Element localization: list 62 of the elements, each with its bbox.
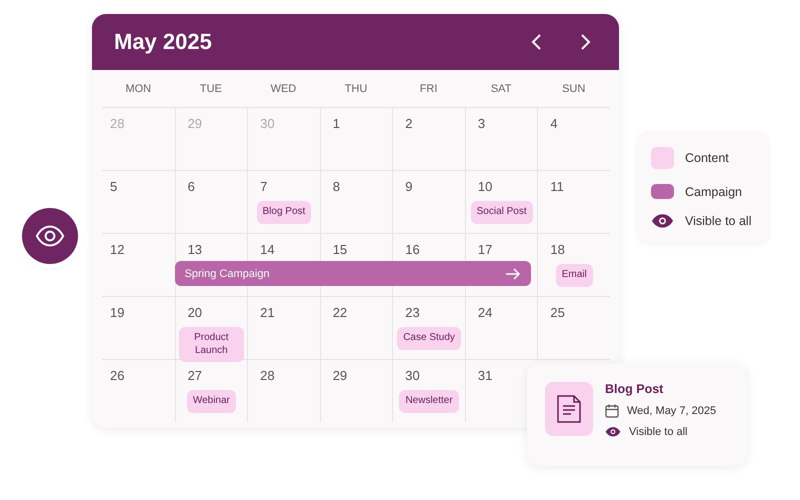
month-title: May 2025 <box>114 29 212 55</box>
day-number: 23 <box>404 305 420 320</box>
day-number: 15 <box>332 242 348 257</box>
day-number: 12 <box>109 242 124 257</box>
day-number: 26 <box>109 368 124 383</box>
day-number: 28 <box>109 116 124 131</box>
legend-label: Content <box>685 151 729 165</box>
day-number: 24 <box>476 305 492 320</box>
content-event-chip[interactable]: Product Launch <box>178 327 244 362</box>
weekday-label: TUE <box>198 82 223 94</box>
day-number: 4 <box>549 116 558 131</box>
weekday-label: MON <box>124 82 152 94</box>
day-number: 1 <box>332 116 340 131</box>
day-number: 20 <box>186 305 202 320</box>
day-number: 5 <box>109 179 118 194</box>
weekday-label: WED <box>270 82 298 94</box>
day-number: 2 <box>404 116 413 131</box>
eye-icon <box>651 214 674 228</box>
day-number: 29 <box>332 368 348 383</box>
legend-label: Campaign <box>685 184 742 198</box>
day-number: 9 <box>404 179 413 194</box>
day-number: 11 <box>549 179 564 194</box>
eye-icon <box>605 427 621 437</box>
day-number: 17 <box>476 242 492 257</box>
day-number: 13 <box>186 242 202 257</box>
day-number: 8 <box>332 179 340 194</box>
weekday-label: THU <box>344 82 368 94</box>
weekday-label: SAT <box>490 82 512 94</box>
day-number: 30 <box>404 368 420 383</box>
content-event-chip[interactable]: Email <box>556 264 593 286</box>
day-number: 31 <box>476 368 492 383</box>
visibility-button[interactable] <box>22 208 78 264</box>
day-number: 18 <box>549 242 565 257</box>
campaign-event-bar[interactable]: Spring Campaign <box>174 261 532 286</box>
day-number: 27 <box>186 368 202 383</box>
day-number: 21 <box>259 305 275 320</box>
content-event-chip[interactable]: Case Study <box>397 327 461 350</box>
day-number: 30 <box>259 116 275 131</box>
day-number: 29 <box>186 116 202 131</box>
day-number: 25 <box>549 305 565 320</box>
day-number: 7 <box>259 179 268 194</box>
event-date: Wed, May 7, 2025 <box>627 405 716 417</box>
day-number: 16 <box>404 242 420 257</box>
day-number: 6 <box>186 179 195 194</box>
event-title: Blog Post <box>605 382 664 396</box>
day-number: 10 <box>476 179 492 194</box>
content-event-chip[interactable]: Webinar <box>186 390 236 412</box>
day-number: 3 <box>476 116 486 131</box>
weekday-label: SUN <box>561 82 586 94</box>
document-icon <box>545 382 593 436</box>
day-number: 14 <box>259 242 275 257</box>
day-number: 28 <box>259 368 275 383</box>
content-event-chip[interactable]: Social Post <box>470 201 533 224</box>
calendar-icon <box>605 404 619 418</box>
legend-label: Visible to all <box>685 214 752 228</box>
event-visibility: Visible to all <box>629 426 688 438</box>
content-event-chip[interactable]: Blog Post <box>256 201 312 224</box>
day-number: 22 <box>332 305 348 320</box>
content-event-chip[interactable]: Newsletter <box>399 390 459 412</box>
day-number: 19 <box>109 305 124 320</box>
weekday-label: FRI <box>418 82 438 94</box>
arrow-right-icon <box>505 268 522 280</box>
